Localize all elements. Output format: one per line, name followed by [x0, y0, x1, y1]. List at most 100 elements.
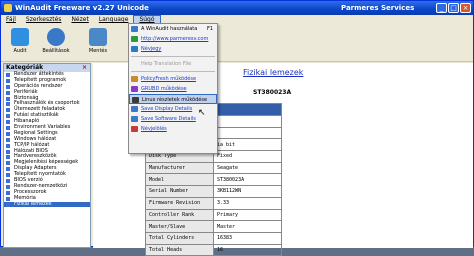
property-value: 16: [213, 243, 282, 256]
app-window: WinAudit Freeware v2.27 Unicode Parmeres…: [0, 0, 474, 256]
menu-separator: [131, 56, 215, 57]
audit-icon: [11, 28, 29, 46]
help-menu-item-label: Névjelölés: [141, 126, 167, 132]
linux-icon: [132, 97, 139, 103]
audit-label: Audit: [13, 48, 27, 54]
property-value: 3.33: [213, 196, 282, 210]
property-name: Firmware Revision: [145, 196, 214, 210]
help-menu-dropdown: A WinAudit használata F1 http://www.parmer…: [128, 23, 218, 154]
property-value: [213, 126, 282, 140]
save-button[interactable]: Mentés: [83, 26, 113, 60]
help-menu-item-label: PolicyFresh működése: [141, 76, 197, 82]
mouse-cursor-icon: ↖: [198, 108, 206, 118]
category-icon: [6, 114, 10, 119]
property-name: Total Heads: [145, 243, 214, 256]
help-menu-item[interactable]: Help Translation File: [129, 59, 217, 69]
help-menu-item-label: Save Display Details: [141, 106, 193, 112]
property-value: ST380023A: [213, 173, 282, 187]
property-name: Manufacturer: [145, 161, 214, 175]
category-icon: [6, 190, 10, 195]
property-name: Controller Rank: [145, 208, 214, 222]
help-menu-item[interactable]: A WinAudit használata F1: [129, 24, 217, 34]
settings-label: Beállítások: [42, 48, 70, 54]
property-value: Master: [213, 220, 282, 233]
category-icon: [6, 184, 10, 189]
property-value: Seagate: [213, 161, 282, 175]
window-title: WinAudit Freeware v2.27 Unicode: [15, 4, 149, 12]
category-icon: [6, 108, 10, 113]
help-menu-item-label: http://www.parmeresv.com: [141, 36, 209, 42]
property-name: Model: [145, 173, 214, 187]
help-menu-item-label: Save Software Details: [141, 116, 196, 122]
property-value: [213, 115, 282, 128]
help-menu-item[interactable]: GRUBD működése: [129, 84, 217, 94]
category-icon: [6, 179, 10, 184]
property-value: Primary: [213, 208, 282, 222]
menu-bar: Fájl Szerkesztés Nézet Language Súgó: [1, 15, 473, 24]
category-icon: [6, 120, 10, 125]
category-list: Rendszer áttekintés Telepített programok O…: [4, 71, 90, 208]
brand-label: Parmeres Services: [341, 4, 415, 12]
help-menu-item-label: GRUBD működése: [141, 86, 187, 92]
property-value: 3KB112WN: [213, 185, 282, 198]
help-menu-item[interactable]: Linux részletek működése: [129, 94, 217, 104]
property-name: Total Cylinders: [145, 231, 214, 245]
page-title[interactable]: Fizikai lemezek: [243, 68, 303, 77]
category-icon: [6, 131, 10, 136]
category-icon: [6, 78, 10, 83]
table-row: Manufacturer Seagate: [145, 161, 282, 175]
category-icon: [6, 90, 10, 95]
menu-file[interactable]: Fájl: [1, 16, 21, 23]
help-menu-item[interactable]: Névjegy: [129, 44, 217, 54]
maximize-button[interactable]: □: [448, 3, 459, 13]
globe-icon: [131, 36, 138, 42]
app-icon: [4, 4, 12, 12]
audit-button[interactable]: Audit: [5, 26, 35, 60]
close-button[interactable]: ×: [460, 3, 471, 13]
table-row: Controller Rank Primary: [145, 208, 282, 222]
menu-language[interactable]: Language: [94, 16, 134, 23]
category-icon: [6, 96, 10, 101]
help-menu-item[interactable]: PolicyFresh működése: [129, 74, 217, 84]
category-icon: [6, 202, 10, 207]
category-label: Fizikai lemezek: [14, 200, 52, 207]
category-icon: [6, 161, 10, 166]
category-icon: [6, 126, 10, 131]
disk-model-heading: ST380023A: [253, 89, 292, 96]
menu-view[interactable]: Nézet: [66, 16, 93, 23]
save-icon: [131, 106, 138, 112]
help-icon: [131, 26, 138, 32]
info-icon: [131, 46, 138, 52]
help-menu-item-label: A WinAudit használata: [141, 26, 198, 32]
minimize-button[interactable]: _: [436, 3, 447, 13]
title-bar[interactable]: WinAudit Freeware v2.27 Unicode Parmeres…: [1, 1, 473, 15]
category-icon: [6, 196, 10, 201]
help-menu-item-label: Help Translation File: [141, 61, 192, 67]
property-value: 16383: [213, 231, 282, 245]
category-icon: [6, 155, 10, 160]
category-icon: [6, 73, 10, 77]
table-row: Total Heads 16: [145, 243, 282, 256]
property-name: Serial Number: [145, 185, 214, 198]
settings-icon: [47, 28, 65, 46]
menu-separator: [131, 71, 215, 72]
shortcut-label: F1: [206, 26, 213, 32]
help-menu-item[interactable]: Névjelölés: [129, 124, 217, 134]
toolbar: Audit Beállítások Mentés: [1, 24, 473, 62]
category-item[interactable]: Fizikai lemezek: [4, 200, 90, 208]
category-icon: [6, 167, 10, 172]
categories-title: Kategóriák: [6, 64, 44, 71]
property-name: Master/Slave: [145, 220, 214, 233]
category-icon: [6, 143, 10, 148]
save-icon: [89, 28, 107, 46]
table-row: Total Cylinders 16383: [145, 231, 282, 245]
property-value: [213, 103, 282, 116]
save-label: Mentés: [88, 48, 108, 54]
settings-button[interactable]: Beállítások: [41, 26, 71, 60]
categories-panel: Kategóriák × Rendszer áttekintés Telepíte…: [3, 63, 91, 248]
category-icon: [6, 137, 10, 142]
tag-icon: [131, 126, 138, 132]
menu-edit[interactable]: Szerkesztés: [21, 16, 67, 23]
panel-close-icon[interactable]: ×: [82, 64, 87, 71]
help-menu-item[interactable]: http://www.parmeresv.com: [129, 34, 217, 44]
